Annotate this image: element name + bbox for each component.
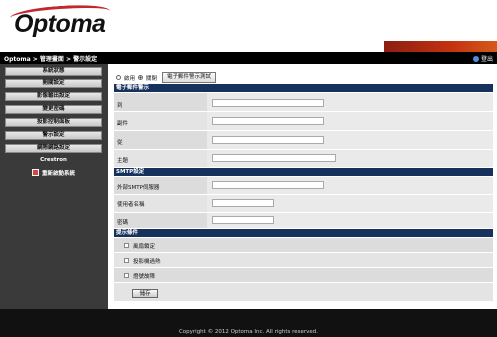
optoma-logo: Optoma: [14, 10, 106, 38]
logout-link[interactable]: 登出: [472, 54, 493, 63]
email-subject-field[interactable]: [212, 154, 336, 162]
condition-row: 燈號故障: [114, 268, 493, 282]
sidebar-item-power-settings[interactable]: 開關設定: [5, 79, 102, 88]
restart-icon: [31, 169, 39, 176]
sidebar-item-image-output[interactable]: 影像輸出設定: [5, 92, 102, 101]
sidebar-item-projector-control[interactable]: 投影控制面板: [5, 118, 102, 127]
breadcrumb: Optoma > 管理畫面 > 警示設定: [4, 56, 98, 63]
smtp-server-row: 外部SMTP伺服器: [114, 177, 493, 194]
sidebar: 系統狀態 開關設定 影像輸出設定 變更密碼 投影控制面板 警示設定 網際網路設定…: [0, 64, 108, 309]
top-nav: Optoma > 管理畫面 > 警示設定 登出: [0, 52, 497, 64]
smtp-username-label: 使用者名稱: [117, 202, 145, 208]
email-to-label: 到: [117, 103, 123, 109]
smtp-username-row: 使用者名稱: [114, 195, 493, 212]
copyright-text: Copyright © 2012 Optoma Inc. All rights …: [178, 329, 319, 335]
email-cc-field[interactable]: [212, 117, 324, 125]
smtp-username-field[interactable]: [212, 199, 274, 207]
sidebar-item-crestron[interactable]: Crestron: [5, 156, 102, 165]
overheat-label: 投影機過熱: [133, 259, 161, 265]
email-from-label: 從: [117, 140, 123, 146]
logout-icon: [472, 55, 479, 62]
sidebar-item-network-settings[interactable]: 網際網路設定: [5, 144, 102, 153]
email-cc-row: 副件: [114, 112, 493, 130]
alert-conditions-header: 提示條件: [114, 229, 493, 237]
email-to-row: 到: [114, 93, 493, 111]
smtp-password-row: 密碼: [114, 213, 493, 228]
smtp-password-label: 密碼: [117, 220, 129, 226]
enable-label: 啟用: [124, 75, 136, 82]
smtp-server-field[interactable]: [212, 181, 324, 189]
smtp-server-label: 外部SMTP伺服器: [117, 185, 160, 191]
disable-radio[interactable]: [138, 75, 144, 80]
fan-lock-checkbox[interactable]: [124, 243, 129, 248]
smtp-password-field[interactable]: [212, 216, 274, 224]
alert-toggle: 啟用 關閉 電子郵件警示測試: [116, 72, 217, 83]
enable-radio[interactable]: [116, 75, 121, 80]
sidebar-item-system-status[interactable]: 系統狀態: [5, 67, 102, 76]
condition-row: 風扇鎖定: [114, 238, 493, 252]
disable-label: 關閉: [146, 75, 158, 82]
save-button[interactable]: 儲存: [132, 289, 158, 298]
email-subject-row: 主題: [114, 150, 493, 167]
condition-row: 投影機過熱: [114, 253, 493, 267]
email-to-field[interactable]: [212, 99, 324, 107]
sidebar-item-change-password[interactable]: 變更密碼: [5, 105, 102, 114]
save-row: [114, 283, 493, 301]
overheat-checkbox[interactable]: [124, 258, 129, 263]
email-section-header: 電子郵件警示: [114, 84, 493, 92]
email-from-row: 從: [114, 131, 493, 149]
smtp-section-header: SMTP設定: [114, 168, 493, 176]
email-subject-label: 主題: [117, 158, 129, 164]
footer: Copyright © 2012 Optoma Inc. All rights …: [0, 309, 497, 337]
email-from-field[interactable]: [212, 136, 324, 144]
fan-lock-label: 風扇鎖定: [133, 244, 156, 250]
header: Optoma: [0, 0, 497, 52]
email-cc-label: 副件: [117, 121, 129, 127]
lamp-failure-checkbox[interactable]: [124, 273, 129, 278]
sidebar-item-label: 重新啟動系統: [41, 170, 75, 177]
lamp-failure-label: 燈號故障: [133, 274, 156, 280]
logout-label: 登出: [480, 56, 493, 63]
sidebar-item-restart[interactable]: 重新啟動系統: [5, 168, 102, 177]
brand-strip: [384, 41, 497, 52]
sidebar-item-alert-settings[interactable]: 警示設定: [5, 131, 102, 140]
email-test-button[interactable]: 電子郵件警示測試: [162, 72, 217, 83]
main-panel: 啟用 關閉 電子郵件警示測試 電子郵件警示 到 副件 從 主題 SMTP設定 外…: [108, 64, 497, 309]
